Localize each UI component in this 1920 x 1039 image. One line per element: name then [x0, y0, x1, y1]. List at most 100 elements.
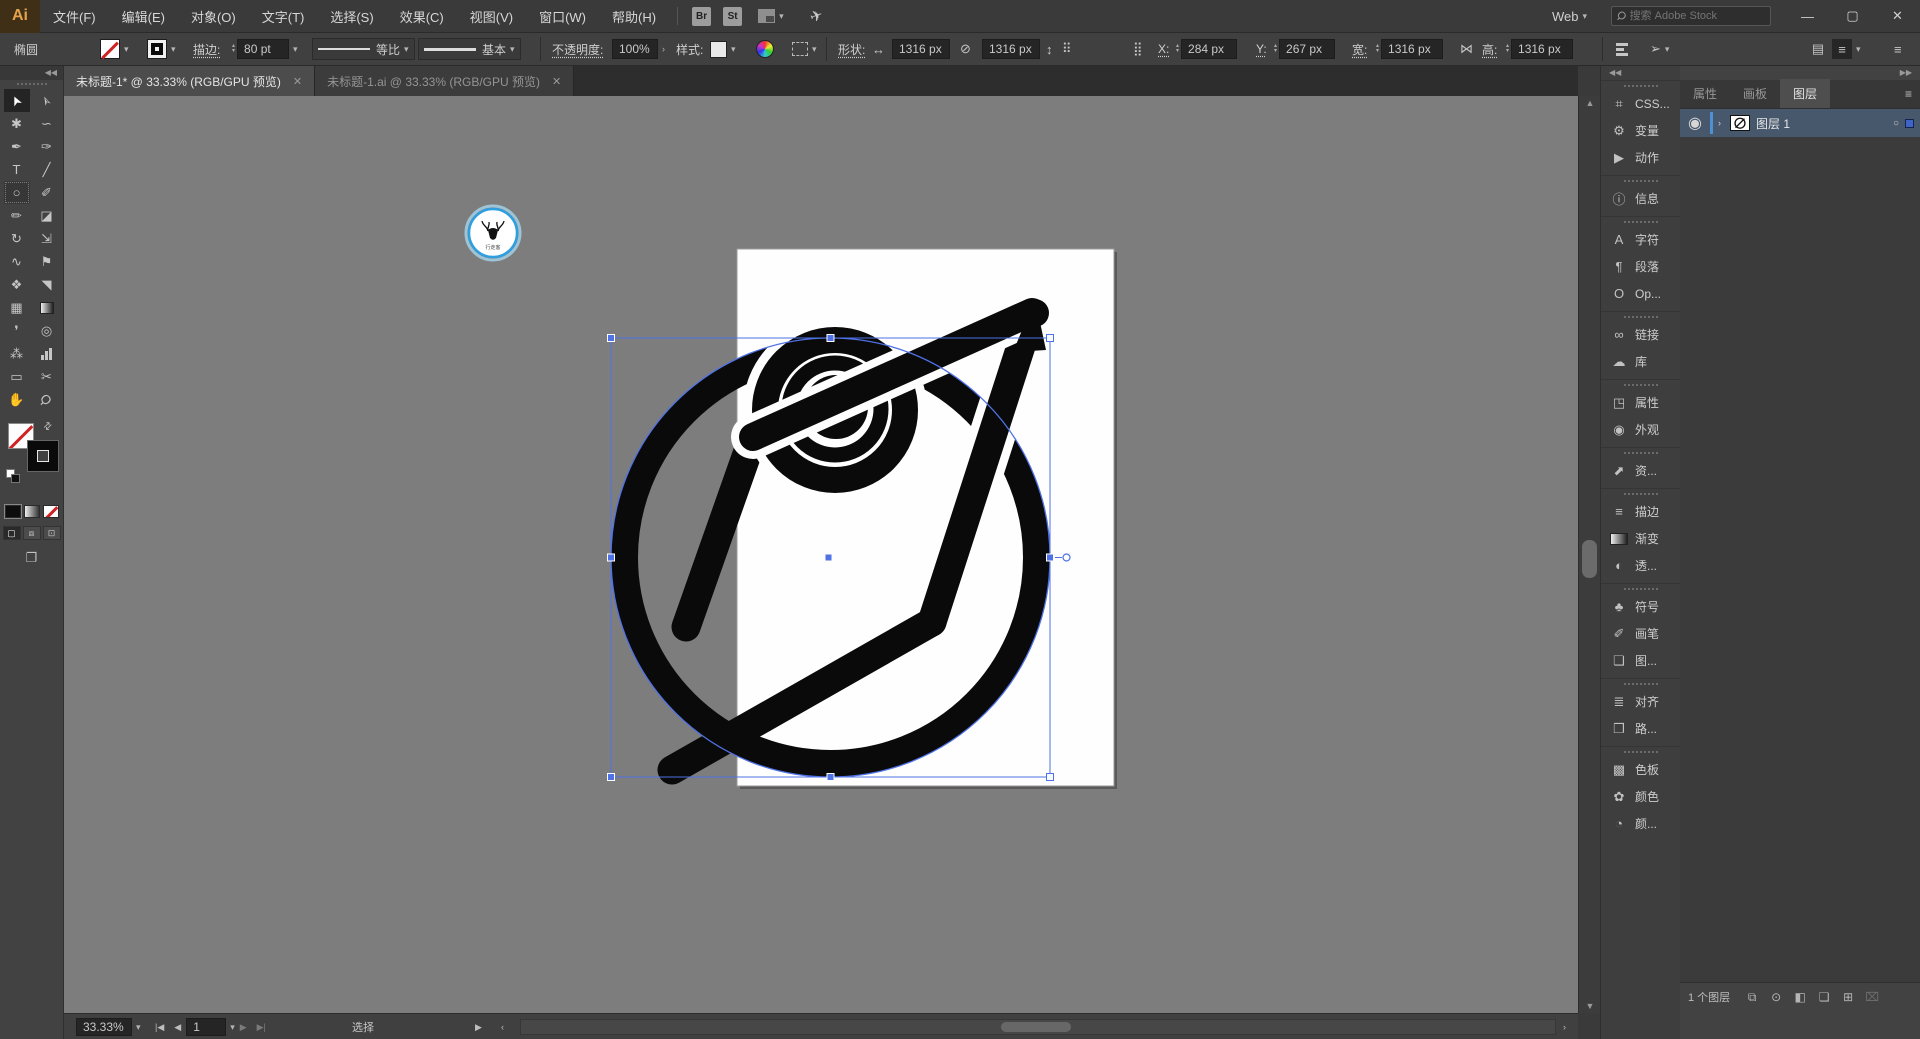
collapse-dock-icon[interactable]: ◀◀ — [1601, 66, 1680, 80]
color-button[interactable] — [5, 505, 21, 518]
chevron-down-icon[interactable]: ▾ — [124, 44, 129, 55]
pen-tool[interactable]: ✒ — [4, 135, 30, 158]
status-back-icon[interactable]: ‹ — [496, 1022, 509, 1032]
stepper-icon[interactable]: ▴▾ — [1274, 44, 1277, 54]
panel-grip[interactable] — [1624, 221, 1658, 223]
horizontal-scrollbar[interactable] — [520, 1019, 1556, 1035]
opacity-more-icon[interactable]: › — [662, 44, 665, 54]
gpu-performance-icon[interactable]: ✈ — [807, 5, 825, 26]
dock-button-css-export[interactable]: ⌗CSS... — [1601, 90, 1680, 117]
gradient-button[interactable] — [24, 505, 40, 518]
shape-label[interactable]: 形状: — [838, 41, 865, 58]
fill-swatch[interactable] — [100, 39, 120, 59]
shape-options-grid-icon[interactable]: ⠿ — [1062, 41, 1072, 57]
swap-fill-stroke-icon[interactable]: ⇄ — [41, 420, 55, 434]
shape-height-field[interactable]: 1316 px — [982, 39, 1040, 59]
style-swatch[interactable] — [710, 41, 727, 58]
dock-button-transparency[interactable]: ◐透... — [1601, 552, 1680, 579]
tab-properties[interactable]: 属性 — [1680, 79, 1730, 108]
dock-button-paragraph[interactable]: ¶段落 — [1601, 253, 1680, 280]
align-icon[interactable] — [1616, 43, 1628, 56]
panel-grip[interactable] — [1624, 588, 1658, 590]
panel-grip[interactable] — [1624, 751, 1658, 753]
none-button[interactable] — [43, 505, 59, 518]
scroll-right-icon[interactable]: › — [1558, 1022, 1571, 1032]
horizontal-scroll-thumb[interactable] — [1001, 1022, 1071, 1032]
lasso-tool[interactable]: ∽ — [34, 112, 60, 135]
slice-tool[interactable]: ✂ — [34, 365, 60, 388]
panel-grip[interactable] — [1624, 384, 1658, 386]
menu-h[interactable]: 帮助(H) — [599, 0, 669, 33]
chevron-down-icon[interactable]: ▾ — [779, 11, 784, 22]
perspective-grid-tool[interactable]: ◥ — [34, 273, 60, 296]
opacity-field[interactable]: 100% — [612, 39, 658, 59]
width-tool[interactable]: ∿ — [4, 250, 30, 273]
x-field[interactable]: 284 px — [1181, 39, 1237, 59]
zoom-level-field[interactable]: 33.33% — [76, 1018, 132, 1036]
dock-button-actions[interactable]: ▶动作 — [1601, 144, 1680, 171]
direct-selection-tool[interactable]: ➣ — [34, 89, 60, 112]
dock-button-gradient[interactable]: 渐变 — [1601, 525, 1680, 552]
chevron-down-icon[interactable]: ▾ — [1856, 44, 1861, 55]
menu-w[interactable]: 窗口(W) — [526, 0, 599, 33]
first-artboard-button[interactable]: |◀ — [150, 1022, 169, 1033]
chevron-down-icon[interactable]: ▾ — [171, 44, 176, 55]
arrange-documents-icon[interactable] — [758, 9, 775, 23]
menu-f[interactable]: 文件(F) — [40, 0, 109, 33]
chevron-down-icon[interactable]: ▾ — [1665, 44, 1670, 55]
width-profile-dropdown[interactable]: 等比 ▾ — [312, 38, 415, 60]
panel-dock-active-icon[interactable]: ≡ — [1832, 39, 1852, 59]
shape-builder-tool[interactable]: ❖ — [4, 273, 30, 296]
vertical-scrollbar[interactable]: ▲ ▼ — [1578, 96, 1600, 1013]
line-segment-tool[interactable]: ╱ — [34, 158, 60, 181]
tab-layers[interactable]: 图层 — [1780, 79, 1830, 108]
dock-button-align[interactable]: ≣对齐 — [1601, 688, 1680, 715]
stroke-weight-label[interactable]: 描边: — [193, 41, 220, 58]
stepper-icon[interactable]: ▴▾ — [1176, 44, 1179, 54]
chevron-down-icon[interactable]: ▾ — [812, 44, 817, 55]
make-mask-icon[interactable]: ◧ — [1788, 990, 1812, 1005]
dock-button-opentype[interactable]: OOp... — [1601, 280, 1680, 307]
dock-button-character[interactable]: A字符 — [1601, 226, 1680, 253]
artboard-tool[interactable]: ▭ — [4, 365, 30, 388]
scroll-down-icon[interactable]: ▼ — [1579, 1001, 1601, 1011]
minimize-button[interactable]: — — [1785, 0, 1830, 33]
brush-definition-dropdown[interactable]: 基本 ▾ — [418, 38, 521, 60]
visibility-eye-icon[interactable]: ◉ — [1680, 113, 1710, 133]
panel-grip[interactable] — [17, 83, 47, 85]
opacity-label[interactable]: 不透明度: — [552, 41, 603, 58]
dock-button-symbols[interactable]: ♣符号 — [1601, 593, 1680, 620]
draw-inside-mode[interactable]: ⊡ — [43, 526, 61, 540]
locate-object-icon[interactable]: ⊙ — [1764, 990, 1788, 1005]
bridge-button[interactable]: Br — [692, 7, 711, 26]
menu-v[interactable]: 视图(V) — [457, 0, 526, 33]
magic-wand-tool[interactable]: ✱ — [4, 112, 30, 135]
dock-button-swatches[interactable]: ▩色板 — [1601, 756, 1680, 783]
canvas-area[interactable]: 行走客 — [64, 96, 1578, 1013]
dock-button-brushes[interactable]: ✐画笔 — [1601, 620, 1680, 647]
panel-grip[interactable] — [1624, 85, 1658, 87]
isolate-selection-icon[interactable]: ➢ — [1650, 41, 1661, 57]
search-input[interactable] — [1630, 10, 1765, 22]
menu-t[interactable]: 文字(T) — [249, 0, 318, 33]
shaper-tool[interactable]: ✏ — [4, 204, 30, 227]
status-play-icon[interactable]: ▶ — [470, 1022, 487, 1033]
recolor-artwork-icon[interactable] — [756, 40, 774, 58]
dock-button-pathfinder[interactable]: ❒路... — [1601, 715, 1680, 742]
dock-button-color-guide[interactable]: ◔颜... — [1601, 810, 1680, 837]
chevron-down-icon[interactable]: ▾ — [136, 1022, 141, 1033]
dock-button-variables[interactable]: ⚙变量 — [1601, 117, 1680, 144]
link-dimensions-icon[interactable]: ⋈ — [1460, 41, 1473, 57]
dock-button-appearance[interactable]: ◉外观 — [1601, 416, 1680, 443]
menu-s[interactable]: 选择(S) — [317, 0, 386, 33]
reference-point-icon[interactable]: ⣿ — [1133, 41, 1143, 57]
new-layer-icon[interactable]: ⊞ — [1836, 990, 1860, 1005]
y-field[interactable]: 267 px — [1279, 39, 1335, 59]
collect-for-export-icon[interactable]: ⧉ — [1740, 990, 1764, 1005]
stock-button[interactable]: St — [723, 7, 742, 26]
menu-e[interactable]: 编辑(E) — [109, 0, 178, 33]
workspace-switcher[interactable]: Web ▾ — [1542, 9, 1597, 24]
blend-tool[interactable]: ◎ — [34, 319, 60, 342]
menu-c[interactable]: 效果(C) — [387, 0, 457, 33]
panel-grip[interactable] — [1624, 683, 1658, 685]
